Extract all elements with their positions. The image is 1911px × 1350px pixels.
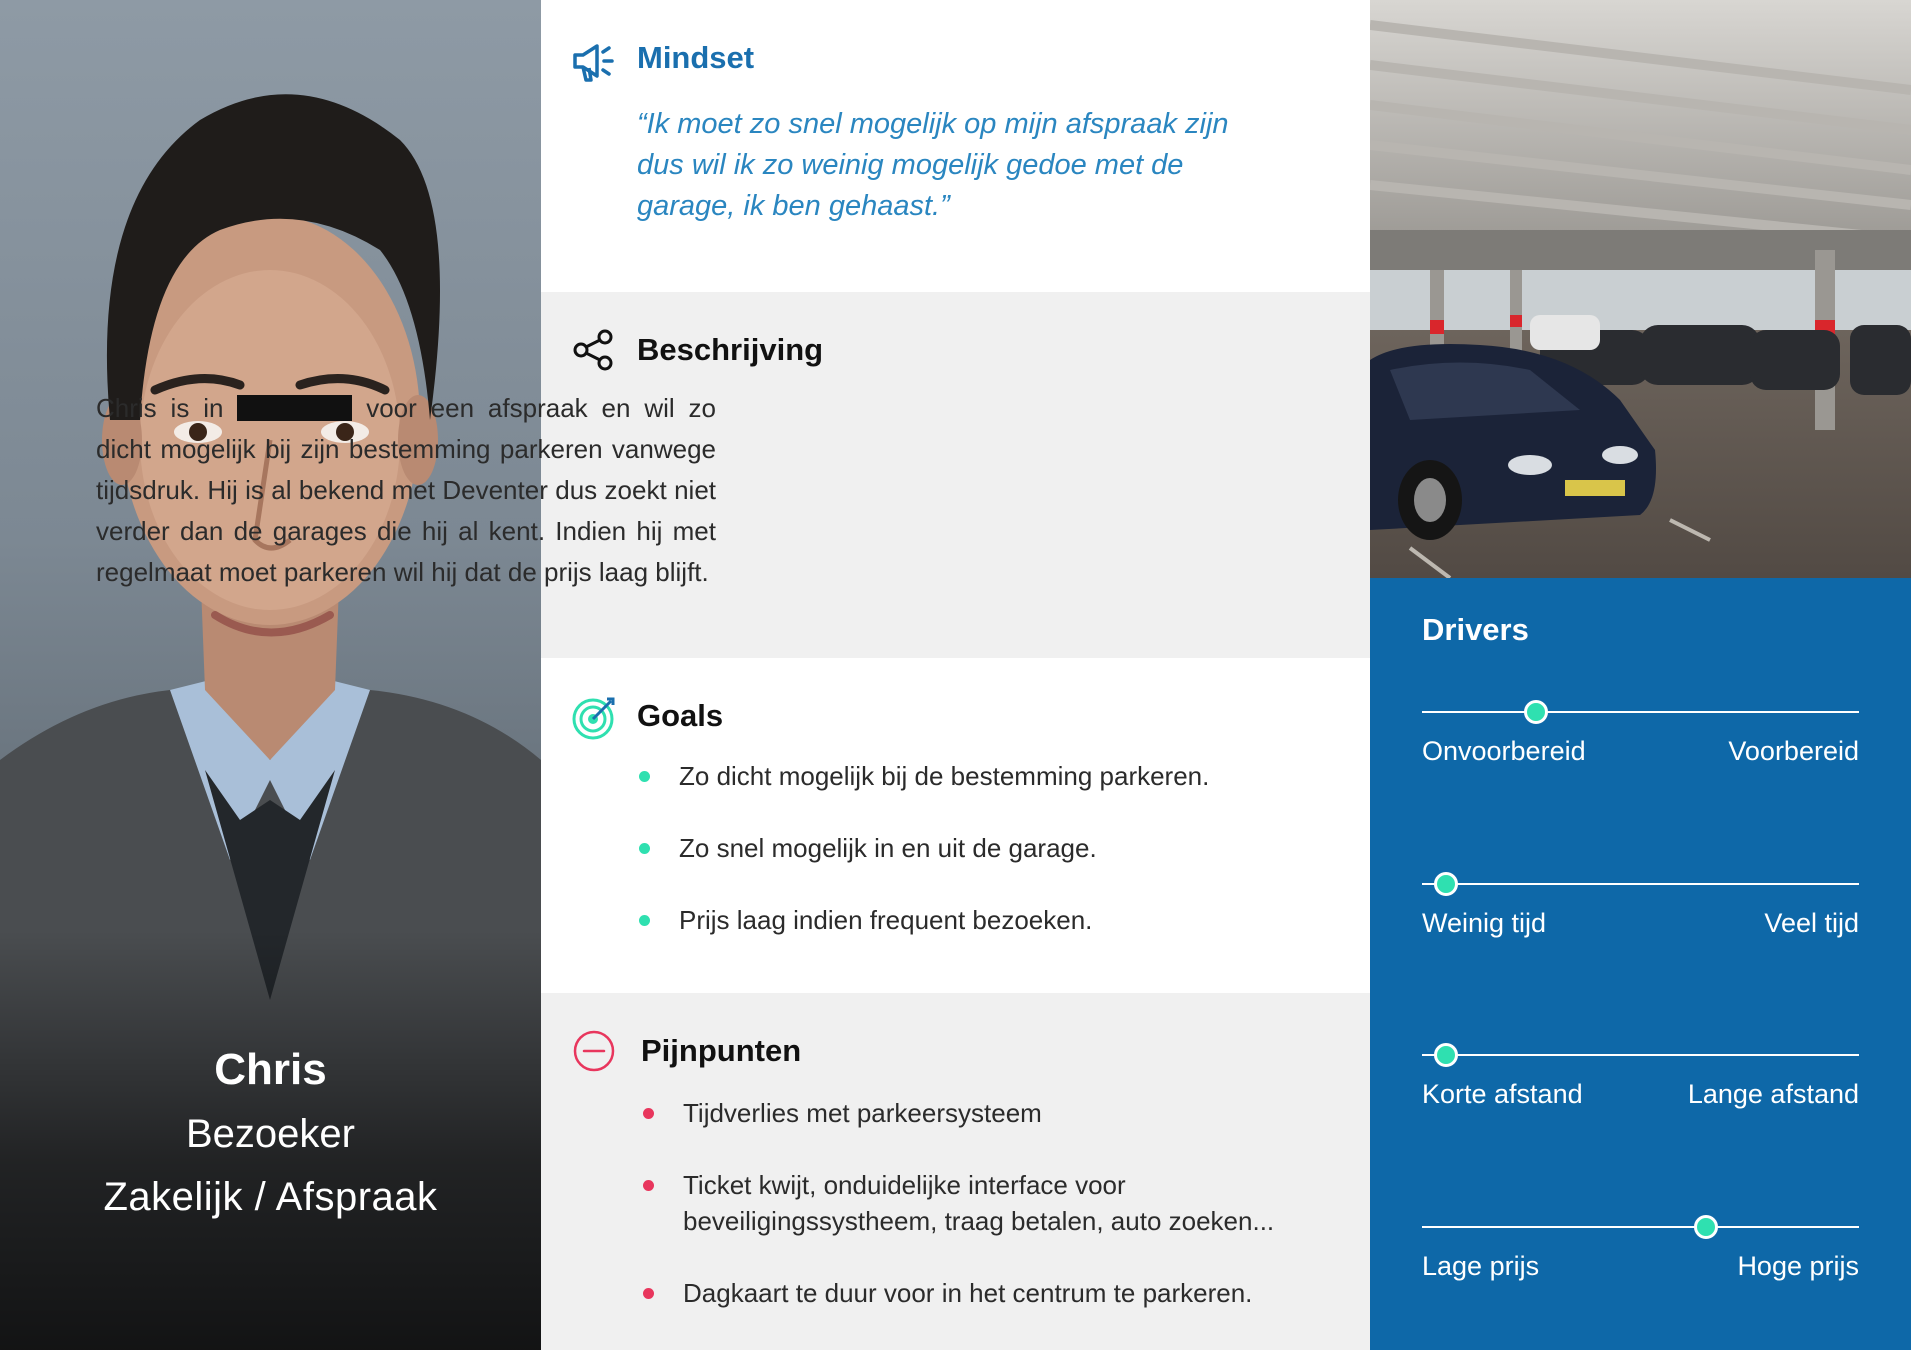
persona-role: Bezoeker <box>186 1112 355 1156</box>
goals-section: Goals Zo dicht mogelijk bij de bestemmin… <box>541 658 1370 993</box>
driver-slider-price: Lage prijs Hoge prijs <box>1422 1211 1859 1301</box>
driver-knob <box>1694 1215 1719 1239</box>
pijnpunten-section: Pijnpunten Tijdverlies met parkeersystee… <box>541 993 1370 1350</box>
mindset-section: Mindset “Ik moet zo snel mogelijk op mij… <box>541 0 1370 292</box>
pijnpunten-list: Tijdverlies met parkeersysteem Ticket kw… <box>641 1095 1341 1311</box>
driver-right-label: Lange afstand <box>1687 1079 1859 1109</box>
list-item: Ticket kwijt, onduidelijke interface voo… <box>641 1167 1301 1239</box>
persona-name: Chris <box>214 1045 327 1094</box>
beschrijving-text-start: Chris is in <box>96 393 224 423</box>
driver-knob <box>1434 1043 1459 1067</box>
drivers-panel: Drivers Onvoorbereid Voorbereid Weinig t… <box>1370 578 1911 1350</box>
driver-right-label: Hoge prijs <box>1737 1251 1859 1281</box>
goals-list: Zo dicht mogelijk bij de bestemming park… <box>637 758 1337 938</box>
driver-right-label: Voorbereid <box>1728 736 1859 766</box>
driver-track <box>1422 711 1859 713</box>
driver-slider-preparation: Onvoorbereid Voorbereid <box>1422 696 1859 786</box>
driver-track <box>1422 1054 1859 1056</box>
drivers-title: Drivers <box>1422 612 1529 647</box>
list-item: Tijdverlies met parkeersysteem <box>641 1095 1341 1131</box>
list-item: Zo dicht mogelijk bij de bestemming park… <box>637 758 1337 794</box>
driver-knob <box>1434 872 1459 896</box>
goals-title: Goals <box>637 698 724 733</box>
list-item: Prijs laag indien frequent bezoeken. <box>637 902 1337 938</box>
driver-slider-distance: Korte afstand Lange afstand <box>1422 1039 1859 1129</box>
driver-left-label: Weinig tijd <box>1422 908 1547 938</box>
persona-portrait: Chris Bezoeker Zakelijk / Afspraak <box>0 0 541 1350</box>
share-icon <box>571 327 617 373</box>
driver-left-label: Korte afstand <box>1422 1079 1583 1109</box>
persona-context: Zakelijk / Afspraak <box>103 1175 438 1219</box>
mindset-quote: “Ik moet zo snel mogelijk op mijn afspra… <box>637 108 1229 222</box>
driver-left-label: Lage prijs <box>1422 1251 1540 1281</box>
driver-track <box>1422 883 1859 885</box>
mindset-title: Mindset <box>637 40 755 75</box>
pijnpunten-title: Pijnpunten <box>641 1033 802 1068</box>
list-item: Dagkaart te duur voor in het centrum te … <box>641 1275 1341 1311</box>
megaphone-icon <box>571 38 617 84</box>
beschrijving-title: Beschrijving <box>637 332 824 367</box>
list-item: Zo snel mogelijk in en uit de garage. <box>637 830 1337 866</box>
driver-track <box>1422 1226 1859 1228</box>
garage-illustration <box>1370 0 1911 578</box>
beschrijving-text: Chris is in voor een afspraak en wil zo … <box>96 388 716 593</box>
parking-garage-photo <box>1370 0 1911 578</box>
target-icon <box>571 695 617 741</box>
driver-left-label: Onvoorbereid <box>1422 736 1586 766</box>
driver-slider-time: Weinig tijd Veel tijd <box>1422 868 1859 958</box>
driver-right-label: Veel tijd <box>1764 908 1859 938</box>
minus-circle-icon <box>571 1028 617 1074</box>
driver-knob <box>1523 700 1548 724</box>
redacted-block <box>237 395 353 421</box>
